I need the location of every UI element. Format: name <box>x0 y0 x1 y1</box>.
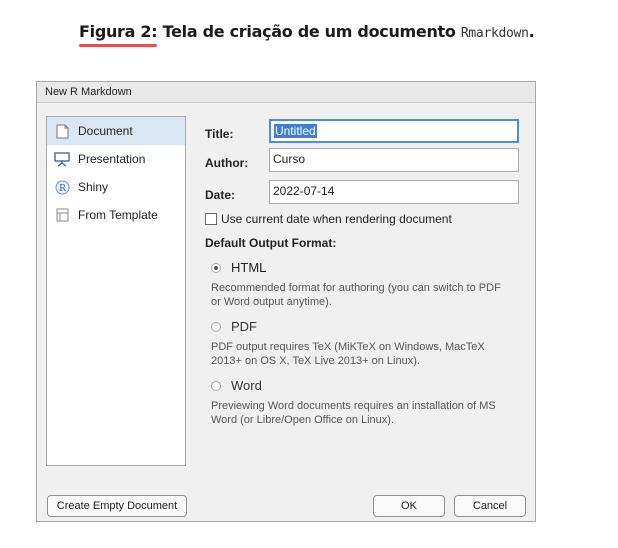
format-option-pdf[interactable]: PDF PDF output requires TeX (MiKTeX on W… <box>211 319 511 368</box>
title-row: Title: Untitled <box>205 119 519 143</box>
sidebar-item-label: Presentation <box>78 152 146 166</box>
sidebar-item-shiny[interactable]: R Shiny <box>47 173 185 201</box>
sidebar-item-label: Document <box>78 124 133 138</box>
title-label: Title: <box>205 127 234 141</box>
format-description: Recommended format for authoring (you ca… <box>211 282 501 308</box>
date-label: Date: <box>205 188 236 202</box>
sidebar-item-label: Shiny <box>78 180 109 194</box>
sidebar-item-presentation[interactable]: Presentation <box>47 145 185 173</box>
format-description: Previewing Word documents requires an in… <box>211 400 496 426</box>
sidebar-item-from-template[interactable]: From Template <box>47 201 185 229</box>
dialog-titlebar: New R Markdown <box>37 82 535 103</box>
radio-button-html[interactable] <box>211 262 221 273</box>
new-rmarkdown-dialog: New R Markdown Document Presentation R S… <box>36 81 536 522</box>
ok-button[interactable]: OK <box>373 495 445 517</box>
cancel-button[interactable]: Cancel <box>454 495 526 517</box>
shiny-r-icon: R <box>54 179 70 195</box>
document-icon <box>54 123 70 139</box>
document-type-list: Document Presentation R Shiny From Templ… <box>46 116 186 466</box>
caption-text: Tela de criação de um documento <box>162 22 456 41</box>
caption-underline <box>79 44 158 47</box>
presentation-icon <box>54 151 70 167</box>
use-current-date-checkbox[interactable]: Use current date when rendering document <box>205 212 452 226</box>
format-option-word[interactable]: Word Previewing Word documents requires … <box>211 378 511 427</box>
format-description: PDF output requires TeX (MiKTeX on Windo… <box>211 341 485 367</box>
sidebar-item-document[interactable]: Document <box>47 117 185 145</box>
caption-code: Rmarkdown <box>460 26 529 41</box>
author-field[interactable]: Curso <box>269 148 519 172</box>
default-output-format-heading: Default Output Format: <box>205 236 337 250</box>
format-name: PDF <box>231 319 257 334</box>
author-label: Author: <box>205 156 249 170</box>
template-icon <box>54 207 70 223</box>
radio-button-pdf[interactable] <box>211 321 221 332</box>
create-empty-document-button[interactable]: Create Empty Document <box>47 495 187 517</box>
title-field[interactable]: Untitled <box>269 119 519 143</box>
checkbox-box[interactable] <box>205 213 217 225</box>
format-name: HTML <box>231 260 267 275</box>
radio-button-word[interactable] <box>211 380 221 391</box>
format-option-html[interactable]: HTML Recommended format for authoring (y… <box>211 260 511 309</box>
date-row: Date: 2022-07-14 <box>205 180 519 204</box>
checkbox-label: Use current date when rendering document <box>221 212 452 226</box>
figure-caption: Figura 2: Tela de criação de um document… <box>79 22 535 47</box>
format-name: Word <box>231 378 262 393</box>
svg-text:R: R <box>59 184 66 194</box>
figure-label: Figura 2: <box>79 22 158 47</box>
author-row: Author: Curso <box>205 148 519 172</box>
date-field[interactable]: 2022-07-14 <box>269 180 519 204</box>
caption-suffix: . <box>528 22 535 41</box>
sidebar-item-label: From Template <box>78 208 158 222</box>
